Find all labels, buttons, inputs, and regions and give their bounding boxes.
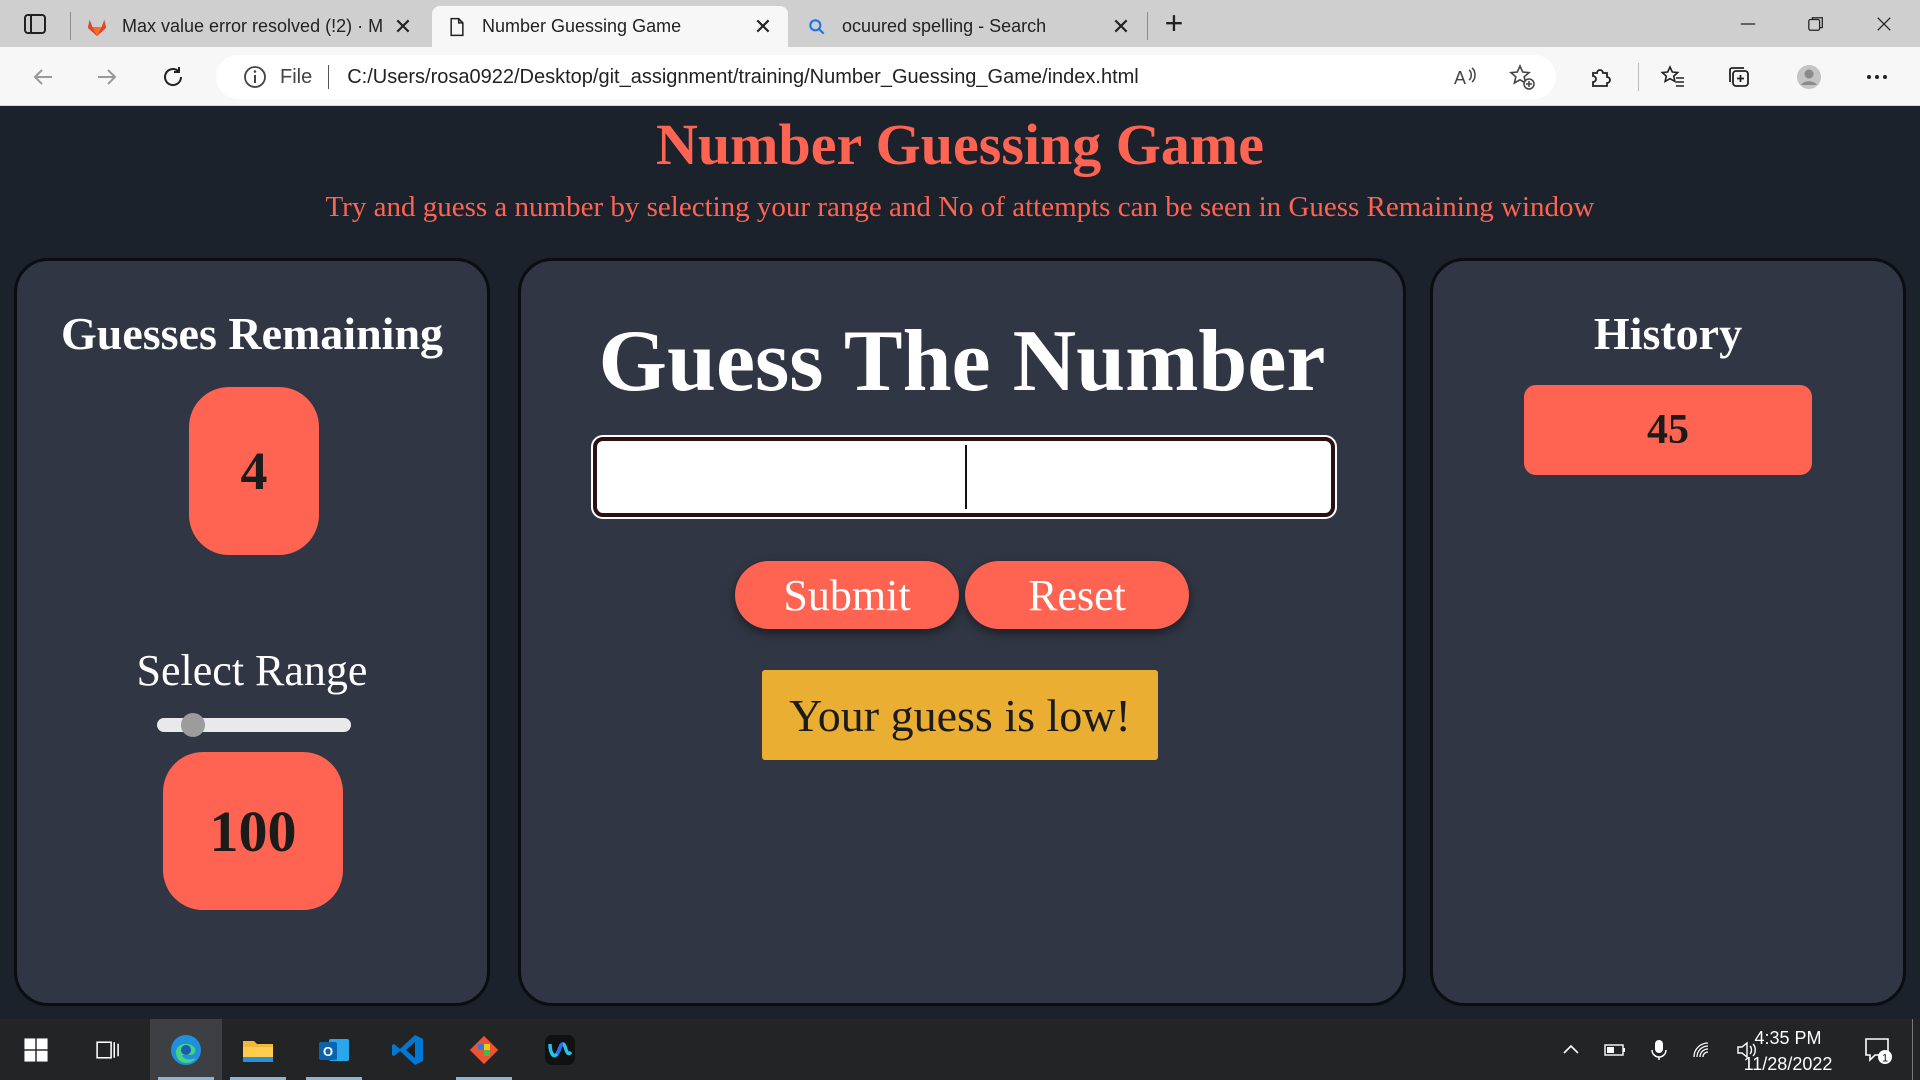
address-scheme-label: File [280,65,313,88]
taskbar-clock[interactable]: 4:35 PM 11/28/2022 [1728,1025,1848,1077]
page-content: Number Guessing Game Try and guess a num… [0,107,1920,1019]
page-title: Number Guessing Game [656,112,1264,177]
search-icon [806,16,828,38]
taskbar-edge[interactable] [150,1019,222,1080]
tab-title: ocuured spelling - Search [842,16,1047,36]
forward-arrow-icon [98,69,117,85]
minimize-button[interactable] [1714,0,1782,47]
git-icon [469,1035,499,1064]
battery-icon[interactable] [1604,1039,1626,1061]
toolbar-separator [1638,63,1639,91]
collections-button[interactable] [1722,60,1756,94]
info-icon[interactable] [242,64,268,90]
guess-heading: Guess The Number [598,313,1326,410]
tab-number-guessing-game[interactable]: Number Guessing Game ✕ [432,6,788,47]
feedback-message: Your guess is low! [762,670,1158,760]
collections-icon [1729,67,1749,87]
show-desktop-button[interactable] [1912,1019,1913,1080]
guesses-remaining-count: 4 [189,387,319,555]
guesses-panel: Guesses Remaining 4 Select Range 100 [14,258,490,1006]
tab-separator [1147,12,1148,40]
range-slider[interactable] [157,713,351,737]
history-item: 45 [1524,385,1812,475]
taskbar-file-explorer[interactable] [222,1019,294,1080]
browser-toolbar: File C:/Users/rosa0922/Desktop/git_assig… [0,47,1920,106]
clock-date: 11/28/2022 [1743,1054,1833,1074]
close-icon[interactable]: ✕ [392,14,414,39]
text-caret [965,445,967,509]
task-view-icon [96,1040,119,1059]
close-icon [1877,16,1891,31]
profile-button[interactable] [1792,60,1826,94]
tab-gitlab[interactable]: Max value error resolved (!2) · M ✕ [72,6,428,47]
task-view-button[interactable] [72,1019,144,1080]
browser-tab-bar: Max value error resolved (!2) · M ✕ Numb… [0,0,1920,47]
notification-icon: 1 [1865,1037,1892,1064]
minimize-icon [1740,22,1756,25]
more-icon [1867,75,1887,79]
reset-button[interactable]: Reset [965,561,1189,629]
clock-time: 4:35 PM [1754,1028,1822,1048]
svg-text:O: O [323,1044,333,1059]
vscode-icon [392,1034,423,1065]
taskbar-webex[interactable] [524,1019,596,1080]
history-panel: History 45 [1430,258,1906,1006]
address-bar[interactable]: File C:/Users/rosa0922/Desktop/git_assig… [216,55,1556,99]
range-slider-thumb[interactable] [180,713,205,737]
outlook-icon: O [319,1038,349,1061]
close-icon[interactable]: ✕ [752,14,774,39]
avatar-icon [1797,65,1821,89]
back-arrow-icon [33,69,52,85]
start-button[interactable] [0,1019,72,1080]
submit-button[interactable]: Submit [735,561,959,629]
add-favorite-icon[interactable] [1508,63,1536,91]
puzzle-icon [1592,69,1611,87]
notification-count: 1 [1882,1052,1888,1064]
gitlab-icon [86,16,108,38]
settings-menu-button[interactable] [1860,60,1894,94]
range-value: 100 [163,752,343,910]
tab-actions-icon [24,14,46,34]
favorites-button[interactable] [1656,60,1690,94]
chevron-up-icon[interactable] [1560,1039,1582,1061]
taskbar-git[interactable] [448,1019,520,1080]
game-panel: Guess The Number Submit Reset Your guess… [518,258,1406,1006]
guess-input[interactable] [591,435,1337,519]
tab-title: Number Guessing Game [482,16,682,36]
read-aloud-icon[interactable]: A [1452,63,1480,91]
restore-button[interactable] [1782,0,1850,47]
tab-title: Max value error resolved (!2) · M [122,16,382,36]
tab-separator [70,12,71,40]
notification-center-button[interactable]: 1 [1858,1019,1898,1080]
select-range-label: Select Range [136,646,368,695]
webex-icon [545,1034,575,1065]
edge-icon [171,1034,201,1065]
back-button[interactable] [26,60,60,94]
tab-search[interactable]: ocuured spelling - Search ✕ [792,6,1146,47]
window-close-button[interactable] [1850,0,1918,47]
refresh-button[interactable] [156,60,190,94]
svg-text:A: A [1454,68,1466,88]
taskbar-outlook[interactable]: O [298,1019,370,1080]
address-separator [328,65,330,89]
favorites-icon [1660,65,1684,87]
extensions-button[interactable] [1584,60,1618,94]
wifi-icon[interactable] [1692,1039,1714,1061]
page-subtitle: Try and guess a number by selecting your… [325,191,1595,223]
history-label: History [1593,308,1743,359]
taskbar-vscode[interactable] [372,1019,444,1080]
new-tab-button[interactable]: + [1158,7,1190,40]
taskbar: O 4:35 PM 11/28/2022 1 [0,1019,1920,1080]
file-explorer-icon [243,1040,273,1062]
tab-actions-button[interactable] [18,10,52,38]
document-icon [446,16,468,38]
refresh-icon [164,67,183,86]
windows-start-icon [24,1037,48,1062]
address-url[interactable]: C:/Users/rosa0922/Desktop/git_assignment… [347,66,1139,89]
forward-button[interactable] [90,60,124,94]
restore-icon [1808,16,1823,31]
close-icon[interactable]: ✕ [1110,14,1132,39]
microphone-icon[interactable] [1648,1039,1670,1061]
guesses-remaining-label: Guesses Remaining [60,308,444,359]
